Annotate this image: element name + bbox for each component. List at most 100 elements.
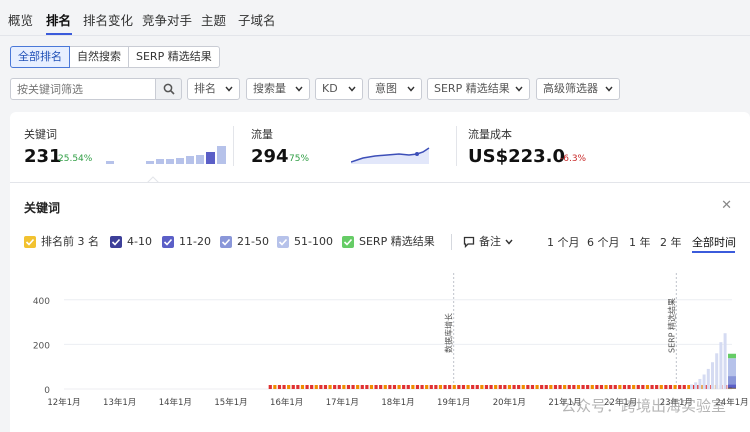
baseline-marker (475, 385, 479, 389)
nav-item-subdomains[interactable]: 子域名 (238, 10, 276, 29)
serp-features-filter-button[interactable]: SERP 精选结果 (427, 78, 530, 100)
nav-item-topics[interactable]: 主题 (201, 10, 226, 29)
baseline-marker (636, 385, 640, 389)
baseline-marker (544, 385, 548, 389)
baseline-marker (489, 385, 493, 389)
close-icon[interactable]: ✕ (721, 198, 732, 213)
baseline-marker (457, 385, 461, 389)
baseline-marker (369, 385, 374, 389)
baseline-marker (540, 385, 544, 389)
baseline-marker (682, 385, 686, 389)
chevron-down-icon (295, 86, 303, 92)
stack-bar-segment (728, 358, 736, 377)
kd-filter-button[interactable]: KD (315, 78, 363, 100)
tab-serp-features[interactable]: SERP 精选结果 (128, 46, 220, 68)
notes-label: 备注 (479, 235, 501, 248)
tab-organic-search[interactable]: 自然搜索 (69, 46, 129, 68)
baseline-marker (553, 385, 558, 389)
baseline-marker (512, 385, 516, 389)
range-tab-1-month[interactable]: 1 个月 (547, 234, 580, 250)
nav-item-overview[interactable]: 概览 (8, 10, 33, 29)
baseline-marker (466, 385, 470, 389)
metric-traffic[interactable]: 流量 294 75% (251, 112, 441, 182)
spike-bar (702, 374, 706, 389)
baseline-marker (420, 385, 424, 389)
y-tick-label: 200 (33, 341, 50, 351)
position-filter-button[interactable]: 排名 (187, 78, 240, 100)
intent-filter-button[interactable]: 意图 (368, 78, 422, 100)
spike-bar (715, 353, 719, 389)
baseline-marker (480, 385, 484, 389)
baseline-marker (300, 385, 305, 389)
range-tab-all-time[interactable]: 全部时间 (692, 234, 736, 250)
baseline-marker (406, 385, 410, 389)
baseline-marker (622, 385, 627, 389)
baseline-marker (673, 385, 677, 389)
x-tick-label: 15年1月 (214, 397, 247, 408)
baseline-marker (360, 385, 364, 389)
metric-keywords-label: 关键词 (24, 128, 57, 141)
position-filter-label: 排名 (194, 82, 216, 95)
watermark-text: 公众号：跨境出海实验室 (560, 397, 726, 415)
metric-keywords[interactable]: 关键词 231 25.54% (24, 112, 226, 182)
baseline-marker (535, 385, 539, 389)
baseline-marker (549, 385, 553, 389)
intent-filter-label: 意图 (375, 82, 397, 95)
baseline-marker (365, 385, 369, 389)
baseline-marker (314, 385, 318, 389)
baseline-marker (429, 385, 433, 389)
baseline-marker (530, 385, 535, 389)
baseline-marker (305, 385, 309, 389)
nav-item-rankings[interactable]: 排名 (46, 10, 71, 29)
baseline-marker (627, 385, 631, 389)
baseline-marker (291, 385, 295, 389)
chevron-down-icon (505, 239, 513, 245)
volume-filter-button[interactable]: 搜索量 (246, 78, 310, 100)
baseline-marker (645, 385, 650, 389)
checkbox-icon (220, 236, 232, 248)
comment-icon (463, 236, 475, 248)
baseline-marker (609, 385, 613, 389)
baseline-marker (526, 385, 530, 389)
metric-traffic-value: 294 (251, 146, 289, 167)
baseline-marker (425, 385, 429, 389)
y-tick-label: 0 (44, 386, 50, 396)
annotation-label: SERP 精选结果 (666, 298, 676, 353)
baseline-marker (668, 385, 673, 389)
x-tick-label: 17年1月 (326, 397, 359, 408)
baseline-marker (572, 385, 576, 389)
legend-label-21-50: 21-50 (237, 235, 269, 248)
nav-item-ranking-changes[interactable]: 排名变化 (83, 10, 133, 29)
baseline-marker (319, 385, 323, 389)
baseline-marker (604, 385, 608, 389)
baseline-marker (374, 385, 378, 389)
baseline-marker (346, 385, 351, 389)
chevron-down-icon (515, 86, 523, 92)
baseline-marker (595, 385, 599, 389)
range-tab-2-years[interactable]: 2 年 (660, 234, 682, 250)
keyword-filter-input[interactable] (10, 78, 156, 100)
chart-card-title: 关键词 (24, 201, 61, 215)
keywords-chart-card: 关键词 ✕ 排名前 3 名 4-10 11-20 21-50 51-100 SE… (10, 182, 750, 432)
baseline-marker (282, 385, 286, 389)
chevron-down-icon (407, 86, 415, 92)
baseline-marker (498, 385, 502, 389)
baseline-marker (415, 385, 420, 389)
search-button[interactable] (155, 78, 182, 100)
checkbox-icon (162, 236, 174, 248)
advanced-filters-button[interactable]: 高级筛选器 (536, 78, 620, 100)
y-tick-label: 400 (33, 297, 50, 307)
x-tick-label: 18年1月 (381, 397, 414, 408)
range-tab-1-year[interactable]: 1 年 (629, 234, 651, 250)
nav-item-competitors[interactable]: 竞争对手 (142, 10, 192, 29)
baseline-marker (342, 385, 346, 389)
tab-all-rankings[interactable]: 全部排名 (10, 46, 70, 68)
chevron-down-icon (225, 86, 233, 92)
baseline-marker (563, 385, 567, 389)
baseline-marker (484, 385, 489, 389)
metric-traffic-cost[interactable]: 流量成本 US$223.0 -6.3% (468, 112, 668, 182)
baseline-marker (586, 385, 590, 389)
baseline-marker (388, 385, 392, 389)
checkbox-icon (110, 236, 122, 248)
range-tab-6-months[interactable]: 6 个月 (587, 234, 620, 250)
